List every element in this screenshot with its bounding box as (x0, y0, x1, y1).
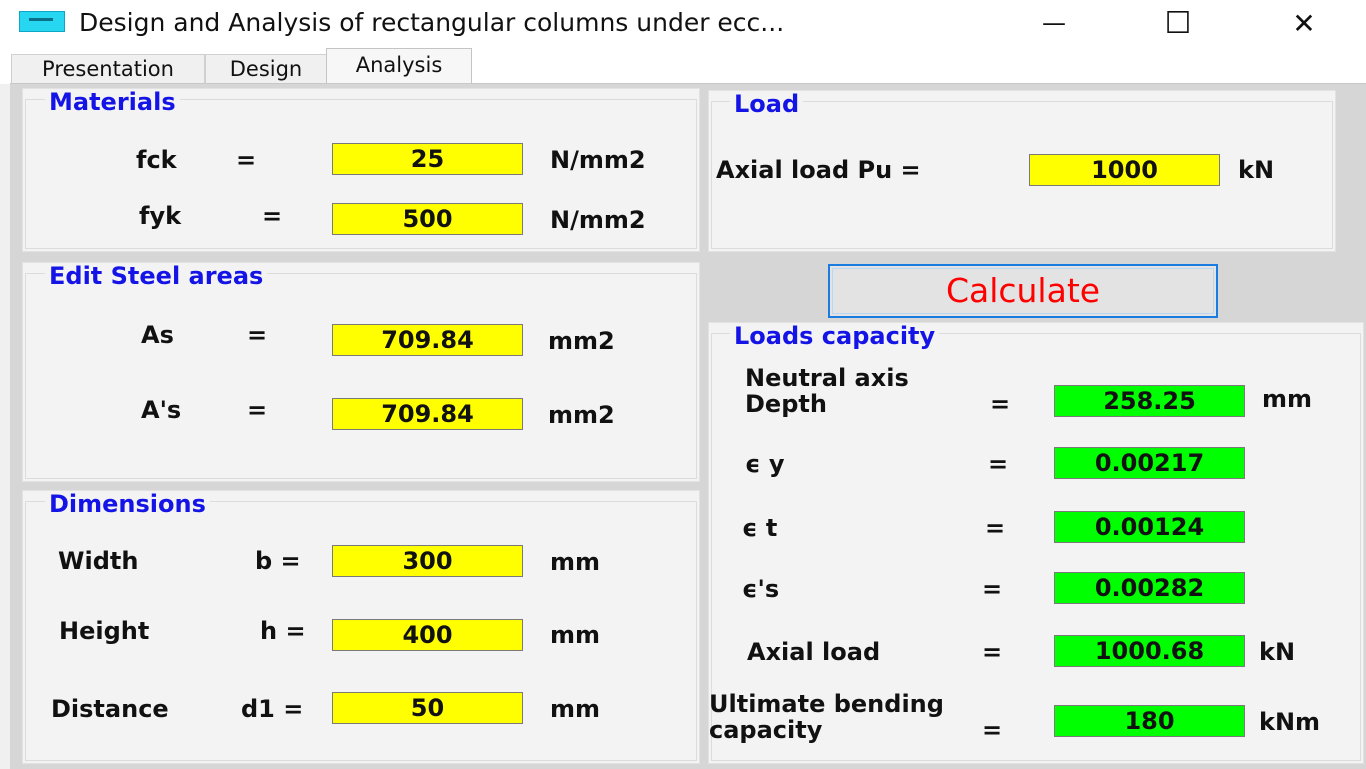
axial-load-equals: = (982, 638, 1003, 666)
epsilon-y-label: ϵ y (745, 450, 785, 478)
maximize-icon: ☐ (1164, 5, 1192, 41)
calculate-label: Calculate (945, 271, 1101, 310)
width-label: Width (58, 547, 139, 575)
axial-load-output[interactable] (1054, 635, 1245, 667)
epsilon-t-equals: = (985, 514, 1006, 542)
distance-unit: mm (550, 695, 601, 723)
height-unit: mm (550, 621, 601, 649)
load-legend: Load (730, 91, 804, 117)
dimensions-legend: Dimensions (45, 491, 210, 517)
distance-input[interactable] (332, 692, 523, 724)
epsilon-t-label: ϵ t (742, 514, 778, 542)
as-unit: mm2 (548, 327, 615, 355)
fyk-input[interactable] (332, 203, 523, 235)
neutral-axis-depth-output[interactable] (1054, 385, 1245, 417)
axial-load-pu-label: Axial load Pu = (716, 156, 921, 184)
distance-symbol: d1 = (241, 695, 304, 723)
window-title: Design and Analysis of rectangular colum… (79, 8, 785, 37)
calculate-button[interactable]: Calculate (828, 264, 1218, 318)
loads-capacity-legend: Loads capacity (730, 323, 940, 349)
fyk-equals: = (262, 202, 283, 230)
minimize-button[interactable]: — (1022, 0, 1086, 46)
fck-label: fck (136, 146, 177, 174)
tab-analysis[interactable]: Analysis (326, 48, 472, 85)
axial-load-unit: kN (1259, 638, 1296, 666)
fck-unit: N/mm2 (550, 146, 646, 174)
width-symbol: b = (255, 547, 301, 575)
width-input[interactable] (332, 545, 523, 577)
bending-capacity-output[interactable] (1054, 705, 1245, 737)
bending-capacity-unit: kNm (1259, 708, 1321, 736)
epsilon-s-output[interactable] (1054, 572, 1245, 604)
as-input[interactable] (332, 324, 523, 356)
close-icon: ✕ (1292, 6, 1316, 40)
as-equals: = (247, 321, 268, 349)
bending-capacity-label-line1: Ultimate bending (709, 690, 944, 718)
neutral-axis-equals: = (990, 390, 1011, 418)
minimize-icon: — (1042, 9, 1066, 37)
axial-load-label: Axial load (747, 638, 881, 666)
close-button[interactable]: ✕ (1272, 0, 1336, 46)
title-bar: Design and Analysis of rectangular colum… (0, 0, 1366, 46)
as-prime-label: A's (141, 396, 182, 424)
neutral-axis-unit: mm (1262, 385, 1313, 413)
width-unit: mm (550, 548, 601, 576)
tab-design[interactable]: Design (205, 54, 327, 83)
epsilon-t-output[interactable] (1054, 511, 1245, 543)
materials-legend: Materials (45, 89, 180, 115)
height-label: Height (59, 617, 150, 645)
neutral-axis-label-line1: Neutral axis (745, 364, 909, 392)
distance-label: Distance (51, 695, 169, 723)
epsilon-s-equals: = (982, 575, 1003, 603)
tab-presentation[interactable]: Presentation (11, 54, 205, 83)
fyk-label: fyk (139, 202, 182, 230)
height-symbol: h = (260, 617, 306, 645)
bending-capacity-label-line2: capacity (709, 716, 823, 744)
steel-areas-group (22, 262, 700, 482)
as-prime-input[interactable] (332, 398, 523, 430)
as-label: As (141, 321, 174, 349)
neutral-axis-label-line2: Depth (745, 390, 827, 418)
epsilon-y-equals: = (988, 450, 1009, 478)
steel-areas-legend: Edit Steel areas (45, 263, 268, 289)
app-icon (19, 11, 65, 32)
fyk-unit: N/mm2 (550, 206, 646, 234)
epsilon-s-label: ϵ's (742, 575, 780, 603)
as-prime-equals: = (247, 396, 268, 424)
fck-equals: = (236, 146, 257, 174)
fck-input[interactable] (332, 143, 523, 175)
axial-load-pu-input[interactable] (1029, 154, 1220, 186)
maximize-button[interactable]: ☐ (1146, 0, 1210, 46)
bending-capacity-equals: = (982, 716, 1003, 744)
height-input[interactable] (332, 619, 523, 651)
axial-load-pu-unit: kN (1238, 156, 1275, 184)
as-prime-unit: mm2 (548, 401, 615, 429)
epsilon-y-output[interactable] (1054, 447, 1245, 479)
